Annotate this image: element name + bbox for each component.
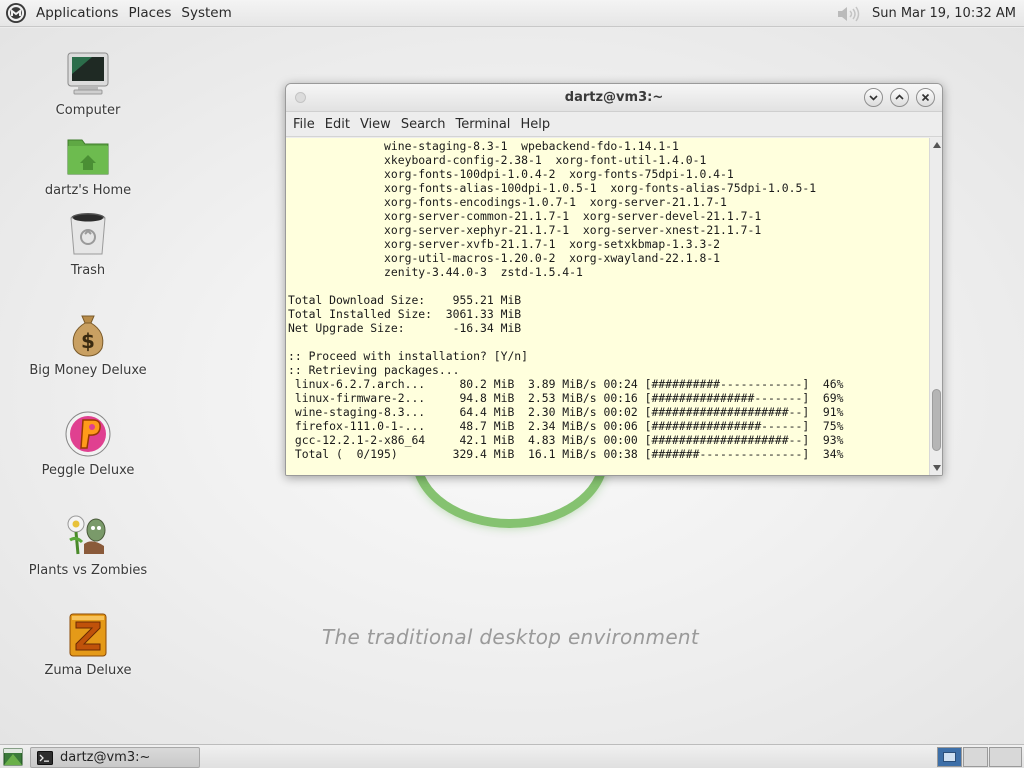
- terminal-line: xorg-server-xephyr-21.1.7-1 xorg-server-…: [288, 223, 762, 237]
- terminal-line: :: Retrieving packages...: [288, 363, 460, 377]
- desktop-icon-big-money[interactable]: $ Big Money Deluxe: [28, 310, 148, 378]
- taskbar-item-terminal[interactable]: dartz@vm3:~: [30, 747, 200, 768]
- close-icon: [921, 93, 930, 102]
- terminal-line: gcc-12.2.1-2-x86_64 42.1 MiB 4.83 MiB/s …: [288, 433, 844, 447]
- scroll-down-icon[interactable]: [933, 465, 941, 471]
- desktop-icon-pvz[interactable]: Plants vs Zombies: [28, 510, 148, 578]
- svg-text:$: $: [81, 329, 95, 353]
- clock[interactable]: Sun Mar 19, 10:32 AM: [872, 6, 1016, 21]
- terminal-line: xorg-fonts-encodings-1.0.7-1 xorg-server…: [288, 195, 727, 209]
- workspace-window-preview: [943, 752, 956, 762]
- maximize-button[interactable]: [890, 88, 909, 107]
- chevron-down-icon: [869, 95, 878, 101]
- terminal-line: Total Download Size: 955.21 MiB: [288, 293, 522, 307]
- plants-vs-zombies-icon: [67, 515, 106, 555]
- desktop-icon-label: Big Money Deluxe: [29, 363, 147, 378]
- trash-icon: [70, 213, 106, 255]
- workspace-1[interactable]: [937, 747, 962, 767]
- menu-view[interactable]: View: [355, 112, 396, 137]
- desktop-icon-label: dartz's Home: [44, 183, 132, 198]
- panel-tray: Sun Mar 19, 10:32 AM: [836, 0, 1020, 27]
- desktop-icon-label: Trash: [70, 263, 106, 278]
- terminal-output[interactable]: wine-staging-8.3-1 wpebackend-fdo-1.14.1…: [288, 139, 928, 475]
- terminal-line: Net Upgrade Size: -16.34 MiB: [288, 321, 522, 335]
- terminal-line: xorg-server-xvfb-21.1.7-1 xorg-setxkbmap…: [288, 237, 721, 251]
- desktop-icon-label: Peggle Deluxe: [41, 463, 135, 478]
- system-menu[interactable]: System: [176, 0, 236, 27]
- applications-menu[interactable]: Applications: [31, 0, 123, 27]
- menu-terminal[interactable]: Terminal: [450, 112, 515, 137]
- terminal-window[interactable]: dartz@vm3:~ File Edit View Search Termin…: [285, 83, 943, 476]
- window-title: dartz@vm3:~: [564, 90, 664, 105]
- top-panel: Applications Places System Sun Mar 19, 1…: [0, 0, 1024, 27]
- chevron-up-icon: [895, 94, 904, 100]
- show-desktop-icon[interactable]: [3, 748, 23, 766]
- menu-edit[interactable]: Edit: [320, 112, 355, 137]
- terminal-line: firefox-111.0-1-... 48.7 MiB 2.34 MiB/s …: [288, 419, 844, 433]
- desktop-icon-zuma[interactable]: Zuma Deluxe: [28, 610, 148, 678]
- terminal-line: Total ( 0/195) 329.4 MiB 16.1 MiB/s 00:3…: [288, 447, 844, 461]
- terminal-output-area[interactable]: wine-staging-8.3-1 wpebackend-fdo-1.14.1…: [286, 138, 942, 475]
- terminal-line: xorg-util-macros-1.20.0-2 xorg-xwayland-…: [288, 251, 721, 265]
- volume-icon[interactable]: [836, 5, 864, 23]
- peggle-icon: [65, 411, 111, 457]
- computer-icon: [67, 52, 109, 95]
- desktop-icon-peggle[interactable]: Peggle Deluxe: [28, 410, 148, 478]
- minimize-button[interactable]: [864, 88, 883, 107]
- close-button[interactable]: [916, 88, 935, 107]
- terminal-line: :: Proceed with installation? [Y/n]: [288, 349, 529, 363]
- terminal-line: linux-firmware-2... 94.8 MiB 2.53 MiB/s …: [288, 391, 844, 405]
- scroll-thumb[interactable]: [932, 389, 941, 451]
- desktop-icon-computer[interactable]: Computer: [28, 50, 148, 118]
- terminal-icon: [37, 750, 53, 765]
- desktop-icon-label: Computer: [55, 103, 121, 118]
- taskbar-item-label: dartz@vm3:~: [60, 750, 151, 765]
- home-folder-icon: [67, 139, 109, 175]
- desktop-icon-trash[interactable]: Trash: [28, 210, 148, 278]
- terminal-line: xkeyboard-config-2.38-1 xorg-font-util-1…: [288, 153, 707, 167]
- terminal-line: xorg-fonts-alias-100dpi-1.0.5-1 xorg-fon…: [288, 181, 817, 195]
- terminal-scrollbar[interactable]: [929, 138, 942, 475]
- wallpaper-tagline: The traditional desktop environment: [322, 625, 700, 649]
- terminal-line: xorg-fonts-100dpi-1.0.4-2 xorg-fonts-75d…: [288, 167, 734, 181]
- terminal-line: wine-staging-8.3-1 wpebackend-fdo-1.14.1…: [288, 139, 679, 153]
- menu-search[interactable]: Search: [396, 112, 451, 137]
- window-titlebar[interactable]: dartz@vm3:~: [286, 84, 942, 112]
- menu-file[interactable]: File: [288, 112, 320, 137]
- money-bag-icon: $: [72, 315, 104, 357]
- terminal-line: xorg-server-common-21.1.7-1 xorg-server-…: [288, 209, 762, 223]
- desktop-icon-home[interactable]: dartz's Home: [28, 130, 148, 198]
- bottom-panel: dartz@vm3:~: [0, 744, 1024, 768]
- zuma-icon: [69, 613, 107, 657]
- workspace-2[interactable]: [963, 747, 988, 767]
- desktop-icon-label: Plants vs Zombies: [28, 563, 148, 578]
- terminal-line: Total Installed Size: 3061.33 MiB: [288, 307, 522, 321]
- scroll-up-icon[interactable]: [933, 142, 941, 148]
- menu-help[interactable]: Help: [515, 112, 555, 137]
- mate-logo-icon[interactable]: [5, 2, 27, 24]
- terminal-menubar: File Edit View Search Terminal Help: [286, 112, 942, 137]
- places-menu[interactable]: Places: [123, 0, 176, 27]
- desktop-icon-label: Zuma Deluxe: [44, 663, 132, 678]
- workspace-3[interactable]: [989, 747, 1022, 767]
- terminal-line: linux-6.2.7.arch... 80.2 MiB 3.89 MiB/s …: [288, 377, 844, 391]
- terminal-line: wine-staging-8.3... 64.4 MiB 2.30 MiB/s …: [288, 405, 844, 419]
- terminal-line: zenity-3.44.0-3 zstd-1.5.4-1: [288, 265, 583, 279]
